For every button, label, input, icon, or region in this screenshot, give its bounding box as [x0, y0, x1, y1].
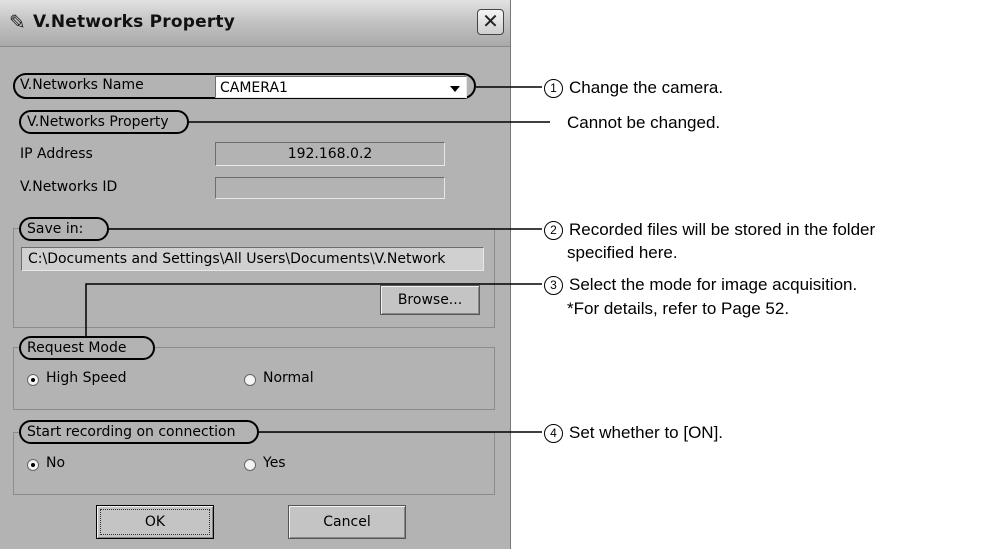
annotation-1-number: 1 — [544, 79, 563, 98]
annotation-1-text: Change the camera. — [569, 78, 724, 97]
annotation-2-text: Recorded files will be stored in the fol… — [569, 220, 876, 239]
annotation-3-number: 3 — [544, 276, 563, 295]
annotation-2-line2: specified here. — [567, 243, 678, 262]
annotation-3: 3 Select the mode for image acquisition. — [544, 275, 857, 295]
annotation-property: Cannot be changed. — [567, 113, 720, 133]
annotation-4-text: Set whether to [ON]. — [569, 423, 724, 442]
annotation-2-number: 2 — [544, 221, 563, 240]
leader-line-3 — [85, 283, 542, 336]
annotation-4-number: 4 — [544, 424, 563, 443]
annotation-3-text: Select the mode for image acquisition. — [569, 275, 858, 294]
annotation-4: 4 Set whether to [ON]. — [544, 423, 723, 443]
annotation-2: 2 Recorded files will be stored in the fo… — [544, 220, 875, 240]
annotation-3-line2: *For details, refer to Page 52. — [567, 299, 790, 318]
annotation-1: 1 Change the camera. — [544, 78, 723, 98]
annotation-property-text: Cannot be changed. — [567, 113, 721, 132]
